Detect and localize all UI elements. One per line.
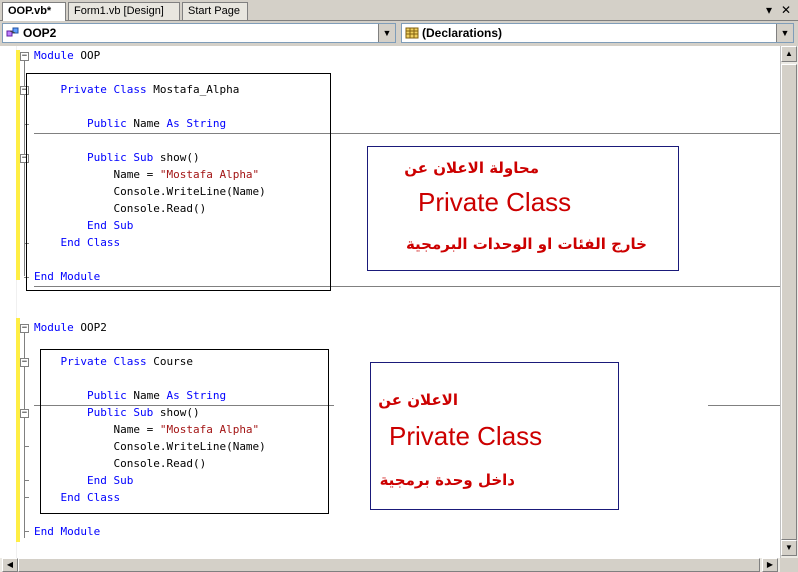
code-line[interactable]: Public Name As String [34,115,226,132]
method-name-value: (Declarations) [422,26,503,40]
outline-tick [24,480,29,481]
selection-margin[interactable] [0,46,17,558]
outline-tick [24,531,29,532]
scroll-up-icon[interactable]: ▲ [781,46,797,62]
vertical-scroll-thumb[interactable] [781,64,797,540]
code-line[interactable]: Name = "Mostafa Alpha" [34,166,259,183]
collapse-icon[interactable]: − [20,324,29,333]
scroll-down-icon[interactable]: ▼ [781,540,797,556]
scroll-right-icon[interactable]: ▶ [762,558,778,572]
tab-form1-design[interactable]: Form1.vb [Design] [68,2,180,20]
code-line[interactable]: Public Sub show() [34,404,200,421]
chevron-down-icon[interactable]: ▼ [776,24,793,42]
code-line[interactable]: Private Class Mostafa_Alpha [34,81,240,98]
class-name-value: OOP2 [23,26,57,40]
code-line[interactable]: Console.WriteLine(Name) [34,438,265,455]
code-line[interactable]: Public Sub show() [34,149,200,166]
close-icon[interactable]: ✕ [779,3,793,17]
annotation-line: محاولة الاعلان عن [404,159,539,177]
tab-start-page[interactable]: Start Page [182,2,248,20]
annotation-box: محاولة الاعلان عن Private Class خارج الف… [367,146,679,271]
outline-tick [24,446,29,447]
code-line[interactable]: End Module [34,523,100,540]
code-line[interactable]: End Module [34,268,100,285]
code-line[interactable]: Public Name As String [34,387,226,404]
code-line[interactable]: Module OOP2 [34,319,107,336]
navigation-bar: OOP2 ▼ (Declarations) ▼ [0,21,798,46]
code-line[interactable]: End Class [34,234,121,251]
code-line[interactable]: Name = "Mostafa Alpha" [34,421,259,438]
outline-tick [24,497,29,498]
tab-oop-vb[interactable]: OOP.vb* [2,2,66,21]
scroll-left-icon[interactable]: ◀ [2,558,18,572]
window-menu-icon[interactable]: ▾ [762,3,776,17]
collapse-icon[interactable]: − [20,409,29,418]
vertical-scrollbar[interactable]: ▲ ▼ [780,46,798,558]
scrollbar-corner [780,558,798,572]
procedure-separator [708,405,780,406]
code-line[interactable]: Console.WriteLine(Name) [34,183,265,200]
annotation-title: Private Class [389,421,543,451]
code-line[interactable]: Module OOP [34,47,100,64]
annotation-title: Private Class [418,187,572,217]
collapse-icon[interactable]: − [20,358,29,367]
class-name-dropdown[interactable]: OOP2 ▼ [2,23,396,43]
chevron-down-icon[interactable]: ▼ [378,24,395,42]
class-icon [6,27,19,37]
annotation-line: الاعلان عن [378,391,458,409]
annotation-box: الاعلان عن Private Class داخل وحدة برمجي… [370,362,619,510]
document-tab-bar: OOP.vb* Form1.vb [Design] Start Page ▾ ✕ [0,0,798,21]
code-line[interactable]: Private Class Course [34,353,193,370]
code-line[interactable]: Console.Read() [34,455,206,472]
code-editor[interactable]: − − − − − − Module OOP Private Class Mos… [0,46,780,558]
change-bar [16,318,20,542]
code-line[interactable]: End Class [34,489,121,506]
method-name-dropdown[interactable]: (Declarations) ▼ [401,23,794,43]
annotation-line: خارج الفئات او الوحدات البرمجية [405,235,647,253]
change-bar [16,50,20,280]
horizontal-scroll-thumb[interactable] [18,558,760,572]
code-line[interactable]: End Sub [34,217,133,234]
horizontal-scrollbar[interactable]: ◀ ▶ [0,558,780,572]
code-line[interactable]: Console.Read() [34,200,206,217]
collapse-icon[interactable]: − [20,52,29,61]
code-line[interactable]: End Sub [34,472,133,489]
annotation-line: داخل وحدة برمجية [379,471,515,489]
declarations-icon [405,27,419,39]
